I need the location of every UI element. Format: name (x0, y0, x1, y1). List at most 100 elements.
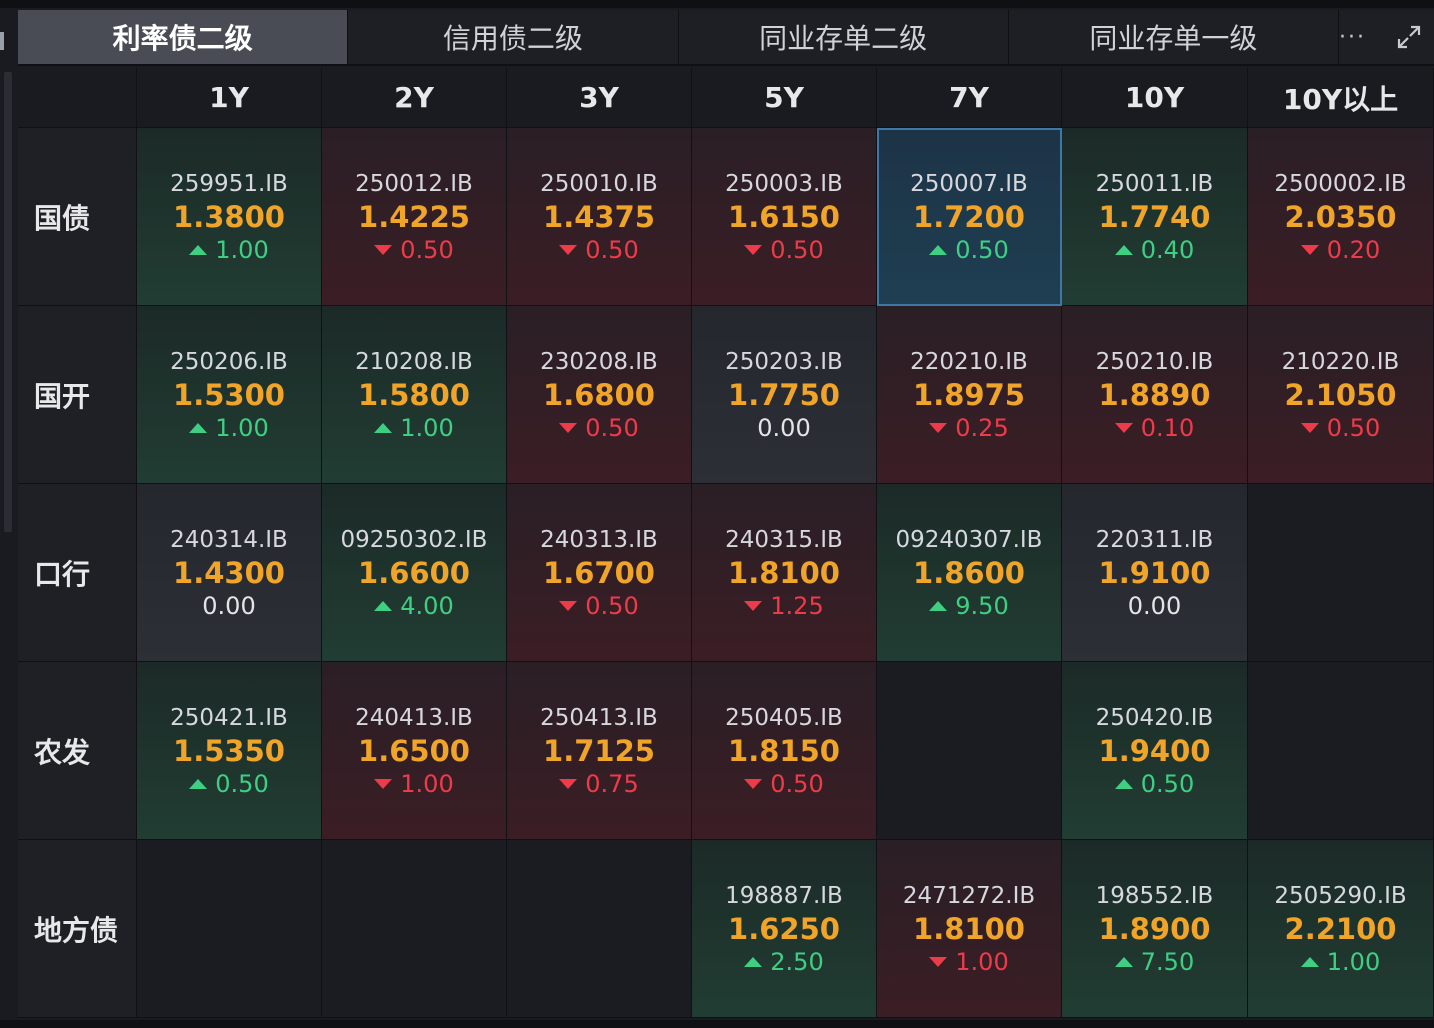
row-label-issuer: 农发 (18, 662, 137, 840)
yield-change: 0.50 (744, 769, 824, 799)
empty-cell (1248, 484, 1434, 662)
yield-change: 0.50 (374, 235, 454, 265)
bond-yield: 1.8100 (728, 555, 840, 590)
bond-quote-cell[interactable]: 240413.IB 1.6500 1.00 (322, 662, 507, 840)
bond-quote-cell[interactable]: 240314.IB 1.4300 0.00 (137, 484, 322, 662)
bond-yield: 1.9400 (1098, 733, 1211, 768)
arrow-down-icon (744, 778, 763, 789)
yield-change-value: 0.50 (585, 413, 639, 442)
grid-corner (18, 68, 137, 128)
bond-quote-cell[interactable]: 250010.IB 1.4375 0.50 (507, 128, 692, 306)
bond-quote-cell[interactable]: 250413.IB 1.7125 0.75 (507, 662, 692, 840)
bond-quote-cell[interactable]: 220210.IB 1.8975 0.25 (877, 306, 1062, 484)
yield-change-value: 0.50 (955, 235, 1009, 264)
column-header-tenor: 10Y以上 (1248, 68, 1434, 128)
arrow-up-icon (929, 244, 948, 255)
yield-matrix: 1Y 2Y 3Y 5Y 7Y 10Y 10Y以上 国债 259951.IB 1.3800 1.00 2… (18, 68, 1434, 1020)
bond-quote-cell[interactable]: 240313.IB 1.6700 0.50 (507, 484, 692, 662)
bond-code: 259951.IB (170, 170, 288, 197)
arrow-down-icon (559, 244, 578, 255)
yield-change-value: 0.50 (770, 235, 824, 264)
arrow-down-icon (559, 600, 578, 611)
arrow-up-icon (1114, 778, 1133, 789)
tab-ncd-secondary[interactable]: 同业存单二级 (679, 10, 1009, 64)
bond-yield: 1.8100 (913, 911, 1025, 946)
bond-yield: 1.5350 (173, 733, 285, 768)
bond-quote-cell[interactable]: 250012.IB 1.4225 0.50 (322, 128, 507, 306)
bond-yield: 1.8150 (728, 733, 840, 768)
left-scroll-rail[interactable] (0, 8, 14, 1020)
bond-quote-cell[interactable]: 2500002.IB 2.0350 0.20 (1248, 128, 1434, 306)
bond-quote-cell[interactable]: 259951.IB 1.3800 1.00 (137, 128, 322, 306)
bond-code: 250011.IB (1095, 170, 1214, 197)
left-rail-marker (0, 32, 4, 50)
bond-quote-cell[interactable]: 240315.IB 1.8100 1.25 (692, 484, 877, 662)
bond-code: 240314.IB (170, 526, 288, 553)
bond-yield: 1.7750 (728, 377, 840, 412)
arrow-down-icon (1300, 244, 1319, 255)
bond-code: 250003.IB (725, 170, 843, 197)
bond-quote-cell[interactable]: 250405.IB 1.8150 0.50 (692, 662, 877, 840)
yield-change: 0.50 (929, 235, 1009, 265)
empty-cell (322, 840, 507, 1018)
bond-code: 250206.IB (170, 348, 288, 375)
bond-code: 240315.IB (725, 526, 843, 553)
bond-yield: 1.6250 (728, 911, 840, 946)
yield-change-value: 0.40 (1140, 235, 1195, 264)
tab-ncd-primary[interactable]: 同业存单一级 (1009, 10, 1339, 64)
bond-quote-cell[interactable]: 250210.IB 1.8890 0.10 (1062, 306, 1248, 484)
yield-change-value: 0.25 (955, 413, 1009, 442)
tab-rate-bond-secondary[interactable]: 利率债二级 (18, 10, 349, 64)
left-scrollbar-handle[interactable] (4, 72, 12, 532)
empty-cell (877, 662, 1062, 840)
expand-icon[interactable] (1394, 22, 1424, 52)
arrow-up-icon (374, 600, 393, 611)
bond-quote-cell[interactable]: 230208.IB 1.6800 0.50 (507, 306, 692, 484)
bond-quote-cell[interactable]: 210220.IB 2.1050 0.50 (1248, 306, 1434, 484)
bond-code: 2500002.IB (1274, 170, 1407, 197)
bond-quote-cell[interactable]: 250007.IB 1.7200 0.50 (877, 128, 1062, 306)
bond-quote-cell[interactable]: 198887.IB 1.6250 2.50 (692, 840, 877, 1018)
column-header-tenor: 1Y (137, 68, 322, 128)
bond-quote-cell[interactable]: 09250302.IB 1.6600 4.00 (322, 484, 507, 662)
bond-yield: 1.4375 (543, 199, 655, 234)
bond-quote-cell[interactable]: 210208.IB 1.5800 1.00 (322, 306, 507, 484)
bond-quote-cell[interactable]: 09240307.IB 1.8600 9.50 (877, 484, 1062, 662)
bond-code: 240413.IB (355, 704, 473, 731)
top-border (0, 0, 1434, 8)
bond-code: 220210.IB (910, 348, 1028, 375)
bond-quote-cell[interactable]: 198552.IB 1.8900 7.50 (1062, 840, 1248, 1018)
tab-credit-bond-secondary[interactable]: 信用债二级 (348, 10, 679, 64)
arrow-down-icon (1300, 422, 1319, 433)
bond-quote-cell[interactable]: 250003.IB 1.6150 0.50 (692, 128, 877, 306)
yield-change: 0.50 (744, 235, 824, 265)
yield-change: 0.00 (202, 591, 255, 621)
bond-code: 250010.IB (540, 170, 658, 197)
bond-code: 198887.IB (725, 882, 843, 909)
yield-change: 0.50 (559, 235, 639, 265)
yield-change: 0.50 (559, 591, 639, 621)
bond-quote-cell[interactable]: 250206.IB 1.5300 1.00 (137, 306, 322, 484)
yield-change: 0.00 (757, 413, 810, 443)
yield-change-value: 9.50 (955, 591, 1009, 620)
yield-change: 0.10 (1114, 413, 1194, 443)
yield-change: 0.50 (1300, 413, 1380, 443)
column-header-tenor: 10Y (1062, 68, 1248, 128)
more-dots-icon[interactable]: ··· (1339, 25, 1366, 50)
bond-quote-cell[interactable]: 220311.IB 1.9100 0.00 (1062, 484, 1248, 662)
bond-yield: 1.6500 (358, 733, 470, 768)
arrow-up-icon (1300, 956, 1319, 967)
arrow-down-icon (744, 244, 763, 255)
yield-change-value: 0.00 (757, 413, 811, 442)
yield-change-value: 1.00 (1326, 947, 1381, 976)
bond-quote-cell[interactable]: 2505290.IB 2.2100 1.00 (1248, 840, 1434, 1018)
bond-quote-cell[interactable]: 250011.IB 1.7740 0.40 (1062, 128, 1248, 306)
bond-quote-cell[interactable]: 250421.IB 1.5350 0.50 (137, 662, 322, 840)
bond-code: 250421.IB (170, 704, 288, 731)
bond-quote-cell[interactable]: 250420.IB 1.9400 0.50 (1062, 662, 1248, 840)
bond-quote-cell[interactable]: 250203.IB 1.7750 0.00 (692, 306, 877, 484)
bond-quote-cell[interactable]: 2471272.IB 1.8100 1.00 (877, 840, 1062, 1018)
yield-change: 0.50 (1114, 769, 1194, 799)
bond-yield: 1.4300 (173, 555, 285, 590)
bond-yield: 2.2100 (1284, 911, 1397, 946)
